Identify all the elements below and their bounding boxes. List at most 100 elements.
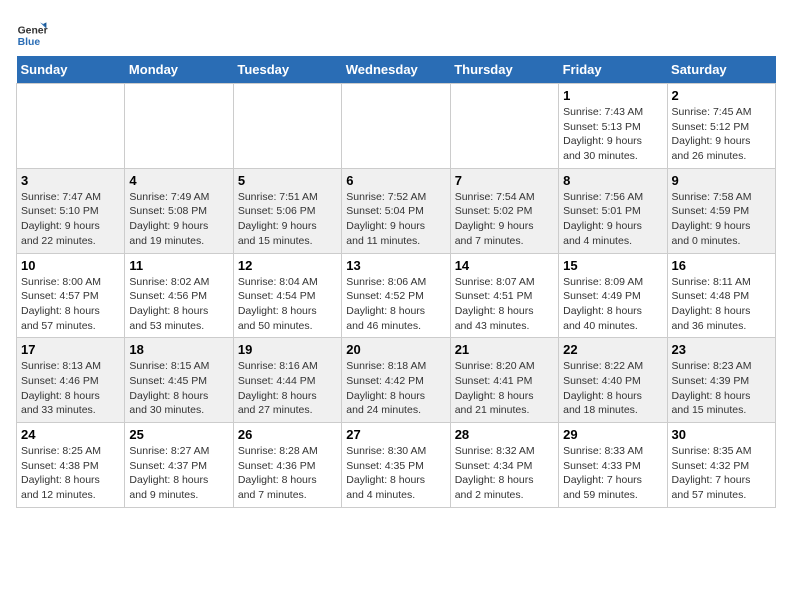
day-detail: Sunrise: 7:56 AM Sunset: 5:01 PM Dayligh… xyxy=(563,190,662,249)
calendar-cell: 5 Sunrise: 7:51 AM Sunset: 5:06 PM Daylig… xyxy=(233,168,341,253)
day-number: 3 xyxy=(21,173,120,188)
day-number: 17 xyxy=(21,342,120,357)
calendar-cell: 12 Sunrise: 8:04 AM Sunset: 4:54 PM Dayli… xyxy=(233,253,341,338)
day-number: 5 xyxy=(238,173,337,188)
day-detail: Sunrise: 8:32 AM Sunset: 4:34 PM Dayligh… xyxy=(455,444,554,503)
day-detail: Sunrise: 7:58 AM Sunset: 4:59 PM Dayligh… xyxy=(672,190,771,249)
calendar-body: 1 Sunrise: 7:43 AM Sunset: 5:13 PM Daylig… xyxy=(17,84,776,508)
day-number: 10 xyxy=(21,258,120,273)
day-number: 25 xyxy=(129,427,228,442)
calendar-cell xyxy=(450,84,558,169)
day-detail: Sunrise: 8:18 AM Sunset: 4:42 PM Dayligh… xyxy=(346,359,445,418)
day-number: 9 xyxy=(672,173,771,188)
calendar-week-row: 10 Sunrise: 8:00 AM Sunset: 4:57 PM Dayli… xyxy=(17,253,776,338)
calendar-cell: 29 Sunrise: 8:33 AM Sunset: 4:33 PM Dayli… xyxy=(559,423,667,508)
calendar-cell: 27 Sunrise: 8:30 AM Sunset: 4:35 PM Dayli… xyxy=(342,423,450,508)
day-detail: Sunrise: 8:33 AM Sunset: 4:33 PM Dayligh… xyxy=(563,444,662,503)
calendar-cell: 28 Sunrise: 8:32 AM Sunset: 4:34 PM Dayli… xyxy=(450,423,558,508)
calendar-cell: 24 Sunrise: 8:25 AM Sunset: 4:38 PM Dayli… xyxy=(17,423,125,508)
day-detail: Sunrise: 8:09 AM Sunset: 4:49 PM Dayligh… xyxy=(563,275,662,334)
day-number: 27 xyxy=(346,427,445,442)
day-number: 7 xyxy=(455,173,554,188)
day-detail: Sunrise: 8:00 AM Sunset: 4:57 PM Dayligh… xyxy=(21,275,120,334)
calendar-header-row: SundayMondayTuesdayWednesdayThursdayFrid… xyxy=(17,56,776,84)
logo-icon: General Blue xyxy=(16,16,48,48)
day-detail: Sunrise: 8:20 AM Sunset: 4:41 PM Dayligh… xyxy=(455,359,554,418)
day-number: 28 xyxy=(455,427,554,442)
calendar-week-row: 1 Sunrise: 7:43 AM Sunset: 5:13 PM Daylig… xyxy=(17,84,776,169)
calendar-cell: 21 Sunrise: 8:20 AM Sunset: 4:41 PM Dayli… xyxy=(450,338,558,423)
day-detail: Sunrise: 8:25 AM Sunset: 4:38 PM Dayligh… xyxy=(21,444,120,503)
day-of-week-header: Tuesday xyxy=(233,56,341,84)
day-of-week-header: Sunday xyxy=(17,56,125,84)
day-number: 24 xyxy=(21,427,120,442)
calendar-cell: 9 Sunrise: 7:58 AM Sunset: 4:59 PM Daylig… xyxy=(667,168,775,253)
day-number: 11 xyxy=(129,258,228,273)
calendar-cell: 7 Sunrise: 7:54 AM Sunset: 5:02 PM Daylig… xyxy=(450,168,558,253)
day-number: 26 xyxy=(238,427,337,442)
calendar-cell xyxy=(17,84,125,169)
svg-text:Blue: Blue xyxy=(18,37,41,48)
day-detail: Sunrise: 8:22 AM Sunset: 4:40 PM Dayligh… xyxy=(563,359,662,418)
calendar-cell: 1 Sunrise: 7:43 AM Sunset: 5:13 PM Daylig… xyxy=(559,84,667,169)
calendar-cell: 10 Sunrise: 8:00 AM Sunset: 4:57 PM Dayli… xyxy=(17,253,125,338)
day-number: 21 xyxy=(455,342,554,357)
day-number: 1 xyxy=(563,88,662,103)
day-number: 15 xyxy=(563,258,662,273)
calendar-week-row: 17 Sunrise: 8:13 AM Sunset: 4:46 PM Dayli… xyxy=(17,338,776,423)
day-detail: Sunrise: 8:02 AM Sunset: 4:56 PM Dayligh… xyxy=(129,275,228,334)
day-number: 16 xyxy=(672,258,771,273)
calendar-cell: 20 Sunrise: 8:18 AM Sunset: 4:42 PM Dayli… xyxy=(342,338,450,423)
day-of-week-header: Saturday xyxy=(667,56,775,84)
day-detail: Sunrise: 7:47 AM Sunset: 5:10 PM Dayligh… xyxy=(21,190,120,249)
day-of-week-header: Wednesday xyxy=(342,56,450,84)
day-detail: Sunrise: 8:06 AM Sunset: 4:52 PM Dayligh… xyxy=(346,275,445,334)
calendar-cell: 8 Sunrise: 7:56 AM Sunset: 5:01 PM Daylig… xyxy=(559,168,667,253)
day-detail: Sunrise: 7:54 AM Sunset: 5:02 PM Dayligh… xyxy=(455,190,554,249)
calendar-cell: 11 Sunrise: 8:02 AM Sunset: 4:56 PM Dayli… xyxy=(125,253,233,338)
day-number: 30 xyxy=(672,427,771,442)
calendar-cell xyxy=(233,84,341,169)
day-detail: Sunrise: 7:51 AM Sunset: 5:06 PM Dayligh… xyxy=(238,190,337,249)
header: General Blue xyxy=(16,16,776,48)
calendar-cell: 15 Sunrise: 8:09 AM Sunset: 4:49 PM Dayli… xyxy=(559,253,667,338)
day-number: 6 xyxy=(346,173,445,188)
day-detail: Sunrise: 8:16 AM Sunset: 4:44 PM Dayligh… xyxy=(238,359,337,418)
day-detail: Sunrise: 8:11 AM Sunset: 4:48 PM Dayligh… xyxy=(672,275,771,334)
calendar-cell: 17 Sunrise: 8:13 AM Sunset: 4:46 PM Dayli… xyxy=(17,338,125,423)
logo: General Blue xyxy=(16,16,48,48)
day-detail: Sunrise: 8:07 AM Sunset: 4:51 PM Dayligh… xyxy=(455,275,554,334)
day-number: 8 xyxy=(563,173,662,188)
calendar-cell xyxy=(342,84,450,169)
calendar-table: SundayMondayTuesdayWednesdayThursdayFrid… xyxy=(16,56,776,508)
day-of-week-header: Thursday xyxy=(450,56,558,84)
day-detail: Sunrise: 8:30 AM Sunset: 4:35 PM Dayligh… xyxy=(346,444,445,503)
day-detail: Sunrise: 8:27 AM Sunset: 4:37 PM Dayligh… xyxy=(129,444,228,503)
day-detail: Sunrise: 7:43 AM Sunset: 5:13 PM Dayligh… xyxy=(563,105,662,164)
day-detail: Sunrise: 8:13 AM Sunset: 4:46 PM Dayligh… xyxy=(21,359,120,418)
day-detail: Sunrise: 7:52 AM Sunset: 5:04 PM Dayligh… xyxy=(346,190,445,249)
day-number: 2 xyxy=(672,88,771,103)
day-number: 29 xyxy=(563,427,662,442)
svg-text:General: General xyxy=(18,26,48,37)
day-detail: Sunrise: 8:04 AM Sunset: 4:54 PM Dayligh… xyxy=(238,275,337,334)
day-number: 20 xyxy=(346,342,445,357)
day-of-week-header: Monday xyxy=(125,56,233,84)
calendar-cell: 13 Sunrise: 8:06 AM Sunset: 4:52 PM Dayli… xyxy=(342,253,450,338)
day-number: 12 xyxy=(238,258,337,273)
calendar-cell: 3 Sunrise: 7:47 AM Sunset: 5:10 PM Daylig… xyxy=(17,168,125,253)
calendar-cell: 4Sunrise: 7:49 AM Sunset: 5:08 PM Daylig… xyxy=(125,168,233,253)
calendar-week-row: 3 Sunrise: 7:47 AM Sunset: 5:10 PM Daylig… xyxy=(17,168,776,253)
day-detail: Sunrise: 8:23 AM Sunset: 4:39 PM Dayligh… xyxy=(672,359,771,418)
calendar-cell: 6 Sunrise: 7:52 AM Sunset: 5:04 PM Daylig… xyxy=(342,168,450,253)
calendar-cell: 2Sunrise: 7:45 AM Sunset: 5:12 PM Daylig… xyxy=(667,84,775,169)
day-detail: Sunrise: 8:35 AM Sunset: 4:32 PM Dayligh… xyxy=(672,444,771,503)
day-detail: Sunrise: 8:28 AM Sunset: 4:36 PM Dayligh… xyxy=(238,444,337,503)
calendar-cell xyxy=(125,84,233,169)
day-number: 13 xyxy=(346,258,445,273)
calendar-cell: 25 Sunrise: 8:27 AM Sunset: 4:37 PM Dayli… xyxy=(125,423,233,508)
day-number: 18 xyxy=(129,342,228,357)
calendar-cell: 30 Sunrise: 8:35 AM Sunset: 4:32 PM Dayli… xyxy=(667,423,775,508)
calendar-cell: 19Sunrise: 8:16 AM Sunset: 4:44 PM Dayli… xyxy=(233,338,341,423)
calendar-cell: 22Sunrise: 8:22 AM Sunset: 4:40 PM Dayli… xyxy=(559,338,667,423)
